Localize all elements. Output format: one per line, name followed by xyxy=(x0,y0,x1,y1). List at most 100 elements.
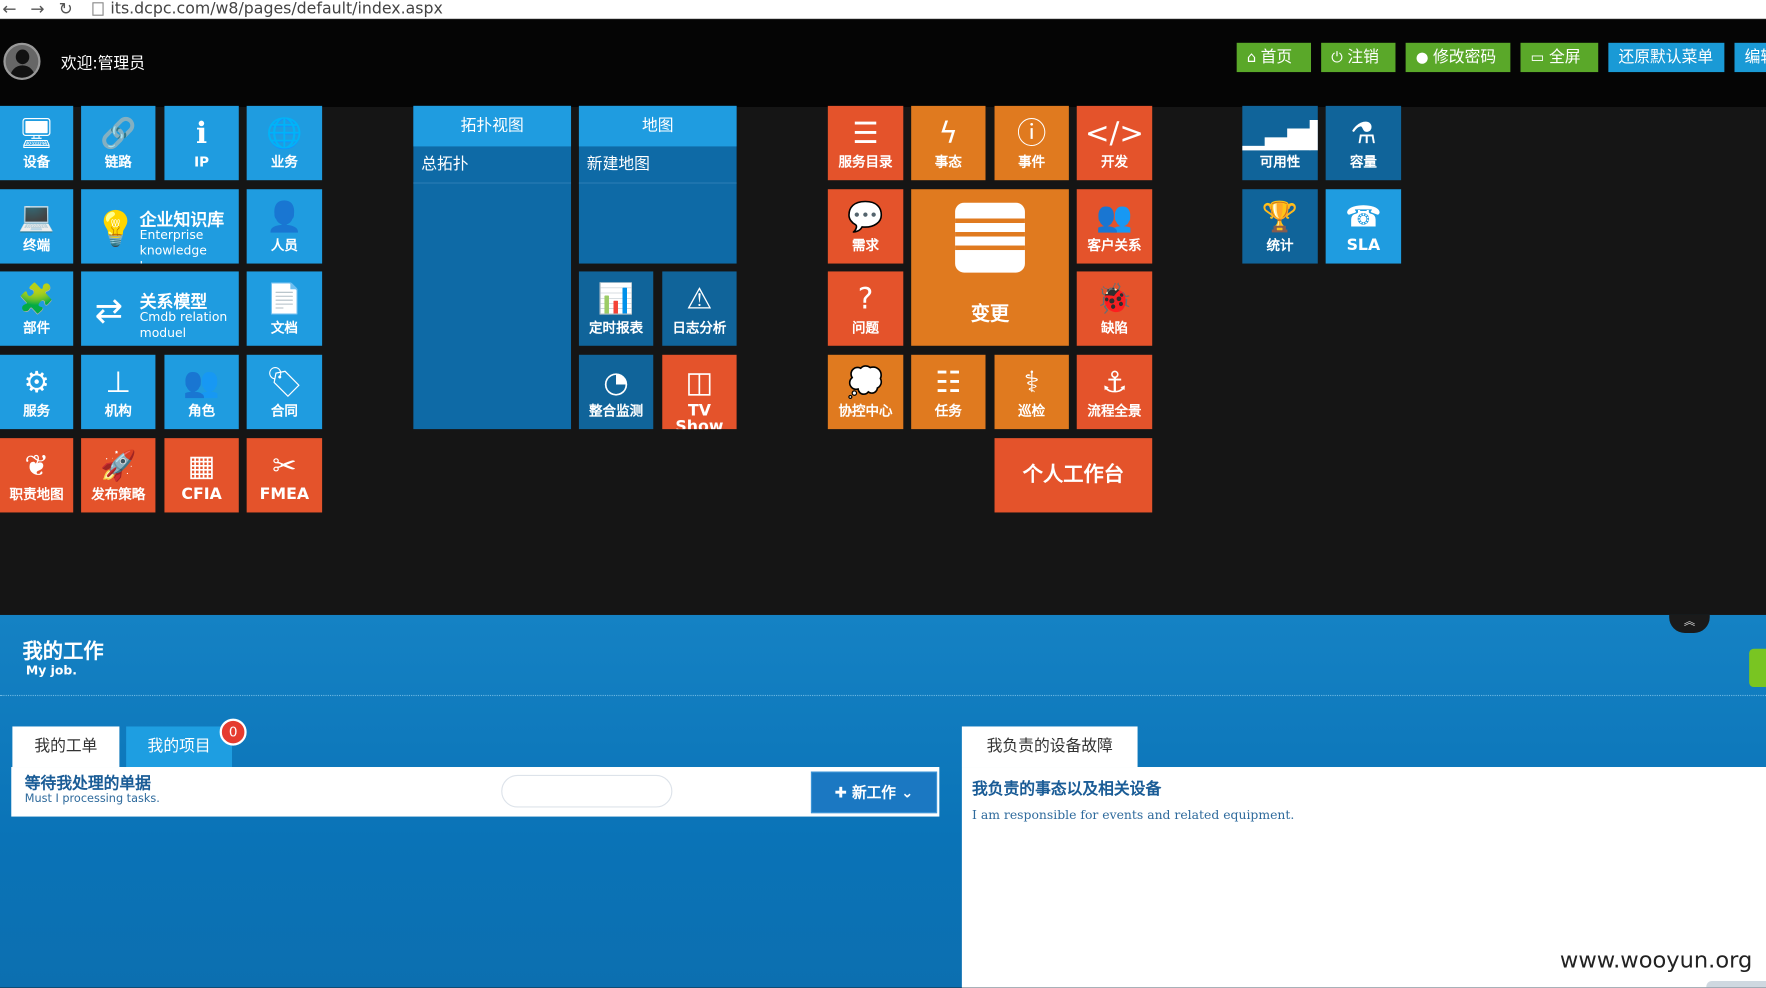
corner-widget xyxy=(1706,981,1766,988)
tab-my-device-faults[interactable]: 我负责的设备故障 xyxy=(961,726,1138,768)
edit-button[interactable]: 编辑 xyxy=(1734,42,1766,73)
document-icon: 📄 xyxy=(266,282,303,317)
tile-cfia[interactable]: ▦ CFIA xyxy=(164,438,239,513)
tile-availability[interactable]: ▁▃▅▇可用性 xyxy=(1242,105,1318,181)
tile-demand[interactable]: 💬 需求 xyxy=(827,189,904,264)
tile-personal-workbench[interactable]: 个人工作台 xyxy=(994,438,1153,513)
forward-icon[interactable]: → xyxy=(30,0,44,18)
tile-problem[interactable]: ? 问题 xyxy=(827,271,904,346)
monitor-icon: 🖥 xyxy=(18,117,56,151)
phone-icon: ☎ xyxy=(1345,200,1382,235)
tile-fmea[interactable]: ✂ FMEA xyxy=(246,438,323,513)
table-icon: ▦ xyxy=(187,449,216,484)
tile-role[interactable]: 👥 角色 xyxy=(164,354,239,430)
search-input[interactable] xyxy=(501,774,673,808)
flask-icon: ⚗ xyxy=(1350,117,1377,151)
chevron-down-icon: ⌄ xyxy=(895,785,914,802)
welcome-text: 欢迎:管理员 xyxy=(60,55,145,74)
power-icon: ⏻ xyxy=(1331,49,1343,67)
message-icon xyxy=(955,202,1025,273)
topology-item-total[interactable]: 总拓扑 xyxy=(413,146,572,184)
fullscreen-button[interactable]: ▭ 全屏 xyxy=(1520,42,1599,73)
topology-header[interactable]: 拓扑视图 xyxy=(413,105,572,147)
tile-integrated-monitor[interactable]: ◔ 整合监测 xyxy=(578,354,654,430)
map-header[interactable]: 地图 xyxy=(578,105,737,147)
columns-icon: ◫ xyxy=(685,366,714,400)
signal-icon: ▁▃▅▇ xyxy=(1242,117,1317,151)
tile-knowledge-base[interactable]: 💡 企业知识库 Enterprise knowledge base xyxy=(81,189,239,264)
tile-release-strategy[interactable]: 🚀 发布策略 xyxy=(81,438,156,513)
trophy-icon: 🏆 xyxy=(1261,200,1299,235)
tile-scheduled-report[interactable]: 📊 定时报表 xyxy=(578,271,654,346)
tile-task[interactable]: ☷ 任务 xyxy=(911,354,986,430)
bolt-icon: ϟ xyxy=(938,117,959,151)
side-tab[interactable] xyxy=(1749,648,1766,688)
my-work-section: ︽ 我的工作 My job. 我的工单 我的项目 0 我负责的设备故障 等待我处… xyxy=(0,614,1766,988)
group-icon: 👥 xyxy=(183,366,220,400)
tile-event[interactable]: ⓘ 事件 xyxy=(994,105,1069,181)
tile-duty-map[interactable]: ❦ 职责地图 xyxy=(0,438,74,513)
tile-ip[interactable]: ℹ IP xyxy=(164,105,239,181)
tasks-icon: ☷ xyxy=(935,366,962,400)
tile-relation-model[interactable]: ⇄ 关系模型 Cmdb relation moduel xyxy=(81,271,239,346)
logout-button[interactable]: ⏻ 注销 xyxy=(1321,42,1396,73)
tile-organization[interactable]: ⊥ 机构 xyxy=(81,354,156,430)
map-item-new[interactable]: 新建地图 xyxy=(578,146,737,184)
tile-service[interactable]: ⚙ 服务 xyxy=(0,354,74,430)
tile-personnel[interactable]: 👤 人员 xyxy=(246,189,323,264)
section-title: 我的工作 xyxy=(22,639,104,664)
tab-my-projects[interactable]: 我的项目 xyxy=(126,726,233,768)
tile-statistics[interactable]: 🏆 统计 xyxy=(1242,189,1318,264)
avatar[interactable] xyxy=(3,42,41,80)
tile-develop[interactable]: </> 开发 xyxy=(1076,105,1153,181)
new-work-button[interactable]: ✚ 新工作 ⌄ xyxy=(810,771,938,814)
tile-service-catalog[interactable]: ☰ 服务目录 xyxy=(827,105,904,181)
tile-defect[interactable]: 🐞 缺陷 xyxy=(1076,271,1153,346)
tile-coordination-center[interactable]: 💭 协控中心 xyxy=(827,354,904,430)
tile-customer-relation[interactable]: 👥 客户关系 xyxy=(1076,189,1153,264)
events-title: 我负责的事态以及相关设备 xyxy=(971,780,1162,799)
stethoscope-icon: ⚕ xyxy=(1023,366,1040,400)
sitemap-icon: ⊥ xyxy=(105,366,132,400)
change-password-button[interactable]: ● 修改密码 xyxy=(1405,42,1511,73)
tile-change[interactable]: 变更 xyxy=(911,189,1069,346)
comments-icon: 💭 xyxy=(847,366,884,400)
tile-sla[interactable]: ☎ SLA xyxy=(1325,189,1402,264)
tile-terminal[interactable]: 💻 终端 xyxy=(0,189,74,264)
warning-icon: ⚠ xyxy=(686,282,713,317)
tile-capacity[interactable]: ⚗ 容量 xyxy=(1325,105,1402,181)
tag-icon: 🏷 xyxy=(265,366,303,400)
home-button[interactable]: ⌂ 首页 xyxy=(1236,42,1312,73)
reload-icon[interactable]: ↻ xyxy=(59,0,73,18)
events-subtitle: I am responsible for events and related … xyxy=(971,807,1295,823)
tile-situation[interactable]: ϟ 事态 xyxy=(911,105,986,181)
tile-device[interactable]: 🖥 设备 xyxy=(0,105,74,181)
info-circle-icon: ⓘ xyxy=(1017,117,1047,151)
link-icon: 🔗 xyxy=(100,117,137,151)
divider xyxy=(0,694,1766,697)
rocket-icon: 🚀 xyxy=(100,449,137,484)
tile-document[interactable]: 📄 文档 xyxy=(246,271,323,346)
project-count-badge: 0 xyxy=(219,718,247,746)
section-subtitle: My job. xyxy=(25,663,77,679)
info-icon: ℹ xyxy=(196,117,208,151)
address-bar[interactable]: ← → ↻ its.dcpc.com/w8/pages/default/inde… xyxy=(0,0,1766,20)
collapse-handle[interactable]: ︽ xyxy=(1669,614,1710,633)
tile-component[interactable]: 🧩 部件 xyxy=(0,271,74,346)
tile-inspection[interactable]: ⚕ 巡检 xyxy=(994,354,1069,430)
back-icon[interactable]: ← xyxy=(2,0,16,18)
monitor-icon: ▭ xyxy=(1530,49,1545,67)
bug-icon: 🐞 xyxy=(1096,282,1133,317)
tile-link[interactable]: 🔗 链路 xyxy=(81,105,156,181)
url-text[interactable]: its.dcpc.com/w8/pages/default/index.aspx xyxy=(110,0,442,18)
tile-business[interactable]: 🌐 业务 xyxy=(246,105,323,181)
user-icon: 👤 xyxy=(266,200,303,235)
tile-tv-show[interactable]: ◫ TV Show xyxy=(662,354,737,430)
code-icon: </> xyxy=(1084,117,1144,151)
pending-title: 等待我处理的单据 xyxy=(24,774,151,793)
tile-log-analysis[interactable]: ⚠ 日志分析 xyxy=(662,271,737,346)
tile-contract[interactable]: 🏷 合同 xyxy=(246,354,323,430)
restore-menu-button[interactable]: 还原默认菜单 xyxy=(1608,42,1725,73)
tile-process-panorama[interactable]: ⚓ 流程全景 xyxy=(1076,354,1153,430)
tab-my-orders[interactable]: 我的工单 xyxy=(12,726,120,768)
